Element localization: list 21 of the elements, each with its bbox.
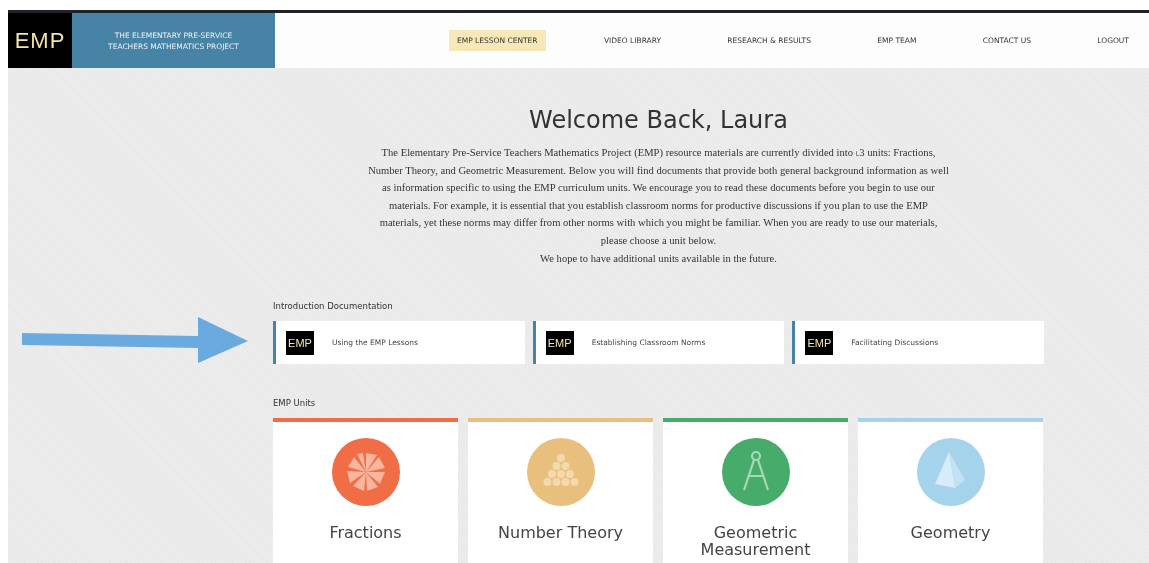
unit-title: Fractions — [328, 524, 403, 542]
intro-paragraph: The Elementary Pre-Service Teachers Mathematics Project (EMP) resource materials are currently divided into ˪3 units: Fractions, Number Theory, and Geometric Measurement. Below you will find documents that provide both general background information as well as information specific to using the EMP curriculum units. We encourage you to read these documents before you begin to use our materials. For example, it is essential that you establish classroom norms for productive discussions if you plan to use the EMP materials, yet these norms may differ from other norms with which you might be familiar. When you are ready to use our materials, please choose a unit below. — [368, 146, 949, 248]
intro-paragraph: We hope to have additional units available in the future. — [539, 251, 778, 266]
section-heading: Introduction Documentation — [273, 301, 394, 312]
unit-title: Number Theory — [497, 524, 624, 542]
unit-title: Geometric Measurement — [699, 524, 812, 559]
unit-title: Geometry — [909, 524, 992, 542]
logo[interactable]: EMP — [8, 13, 72, 68]
pyramid-icon — [916, 438, 985, 507]
pie-icon — [331, 438, 400, 507]
emp-thumbnail: EMP — [805, 330, 834, 355]
hexagon-stack-icon — [526, 438, 595, 507]
unit-card[interactable]: Number Theory — [468, 418, 653, 563]
section-heading: EMP Units — [273, 398, 317, 409]
welcome-heading: Welcome Back, Laura — [528, 106, 789, 134]
compass-icon — [721, 438, 790, 507]
emp-thumbnail: EMP — [545, 330, 574, 355]
emp-thumbnail: EMP — [286, 330, 314, 355]
unit-card[interactable]: Geometric Measurement — [663, 418, 848, 563]
unit-card[interactable]: Geometry — [858, 418, 1043, 563]
unit-card[interactable]: Fractions — [273, 418, 458, 563]
